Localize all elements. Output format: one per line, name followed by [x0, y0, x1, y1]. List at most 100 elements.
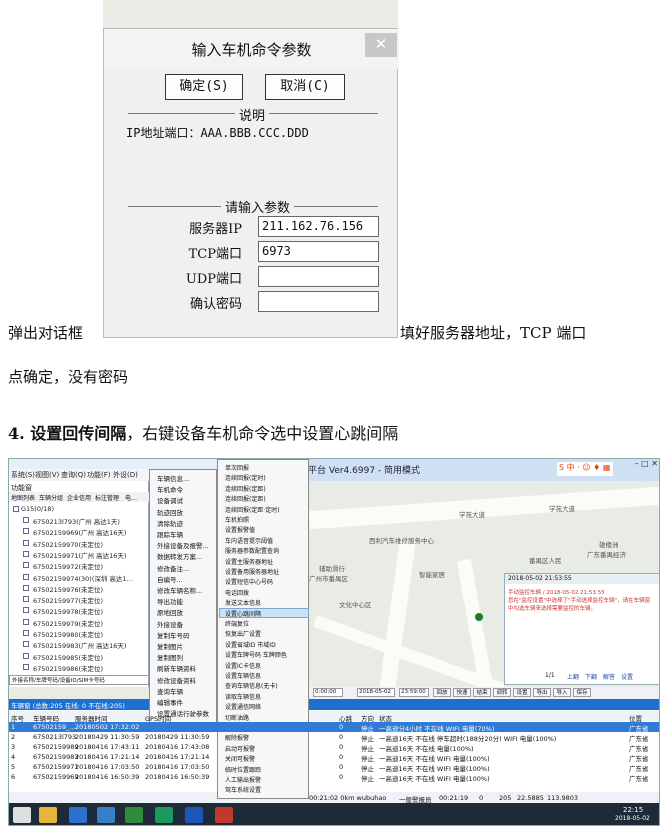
popup-answer-link[interactable]: 解答: [603, 672, 615, 681]
submenu-item[interactable]: 设置主服务器地址: [225, 557, 273, 566]
tab-enterprise[interactable]: 企业信用: [67, 493, 91, 502]
context-menu-item[interactable]: 导出功能: [157, 596, 183, 606]
vehicle-checkbox[interactable]: [23, 562, 29, 569]
submenu-item[interactable]: 服务器参数配置查询: [225, 546, 279, 555]
context-menu-item[interactable]: 复制车号码: [157, 630, 190, 640]
vehicle-checkbox[interactable]: [23, 517, 29, 523]
context-menu-item[interactable]: 轨迹回放: [157, 507, 183, 517]
playback-button[interactable]: 快速: [453, 688, 471, 697]
playback-button[interactable]: 调转: [493, 688, 511, 697]
submenu-item[interactable]: 设置短信中心号码: [225, 577, 273, 586]
submenu-item[interactable]: 人工输出报警: [225, 775, 261, 784]
popup-settings-link[interactable]: 设置: [621, 672, 633, 681]
time-to-input[interactable]: 23:59:00: [399, 688, 429, 697]
vehicle-item[interactable]: 67502159983(广州 高达16天): [33, 640, 126, 650]
vehicle-checkbox[interactable]: [23, 596, 29, 603]
menu-device[interactable]: 外设(D): [113, 470, 138, 480]
context-menu-item[interactable]: 编辑事件: [157, 697, 183, 707]
submenu-item[interactable]: 连续回报(定距): [225, 494, 266, 503]
submenu-item[interactable]: 设置通信网络: [225, 702, 261, 711]
terminal-icon[interactable]: [155, 807, 173, 823]
submenu-item[interactable]: 设置心跳间隔: [225, 609, 261, 618]
context-menu-item[interactable]: 外接设备: [157, 619, 183, 629]
submenu-item[interactable]: 车机拍照: [225, 515, 249, 524]
vehicle-item[interactable]: 67502159972(未定位): [33, 561, 103, 571]
vehicle-item[interactable]: 67502159969(广州 高达16天): [33, 527, 126, 537]
vehicle-item[interactable]: 67502159974(30)(深圳 高达1…: [33, 573, 133, 583]
playback-button[interactable]: 回放: [433, 688, 451, 697]
submenu-item[interactable]: 关闭可报警: [225, 754, 255, 763]
tab-vehicle-group[interactable]: 车辆分组: [39, 493, 63, 502]
context-menu-item[interactable]: 清除轨迹: [157, 518, 183, 528]
context-menu-item[interactable]: 外接设备及报警...: [157, 540, 209, 550]
vehicle-item[interactable]: 67502159977(未定位): [33, 595, 103, 605]
ok-button[interactable]: 确定(S): [165, 74, 243, 100]
submenu-item[interactable]: 解除报警: [225, 733, 249, 742]
context-menu-item[interactable]: 复制图列: [157, 652, 183, 662]
folder-icon[interactable]: [39, 807, 57, 823]
submenu-item[interactable]: 终端复位: [225, 619, 249, 628]
submenu-item[interactable]: 电话回拨: [225, 588, 249, 597]
green-app-icon[interactable]: [125, 807, 143, 823]
context-menu-item[interactable]: 设备调试: [157, 495, 183, 505]
context-menu-item[interactable]: 刷新车辆资料: [157, 663, 196, 673]
submenu-item[interactable]: 连续回报(定距·定时): [225, 505, 280, 514]
red-app-icon[interactable]: [215, 807, 233, 823]
app-icon[interactable]: [97, 807, 115, 823]
submenu-item[interactable]: 驾车系统设置: [225, 785, 261, 794]
vehicle-item[interactable]: 67502159976(未定位): [33, 584, 103, 594]
context-menu-item[interactable]: 跟踪车辆: [157, 529, 183, 539]
vehicle-checkbox[interactable]: [23, 539, 29, 546]
vehicle-marker-icon[interactable]: [475, 613, 483, 621]
playback-button[interactable]: 保存: [573, 688, 591, 697]
group-node[interactable]: G15(0/18): [21, 505, 54, 513]
submenu-item[interactable]: 单次回报: [225, 463, 249, 472]
close-icon[interactable]: ✕: [365, 33, 397, 57]
submenu-item[interactable]: 恢复出厂设置: [225, 629, 261, 638]
context-menu-item[interactable]: 数据转发方案...: [157, 551, 202, 561]
vehicle-item[interactable]: 67502159985(未定位): [33, 652, 103, 662]
menu-view[interactable]: 视图(V): [35, 470, 59, 480]
context-menu-item[interactable]: 修改车辆名称...: [157, 585, 202, 595]
context-menu-item[interactable]: 修改设备资料: [157, 675, 196, 685]
tree-search-input[interactable]: 外接名称/车牌号码/设备ID/SIM卡号码: [9, 675, 149, 685]
submenu-item[interactable]: 设置车辆信息: [225, 671, 261, 680]
submenu-item[interactable]: 临时位置跟踪: [225, 765, 261, 774]
vehicle-checkbox[interactable]: [23, 663, 29, 670]
tab-map-list[interactable]: 地图列表: [11, 493, 35, 502]
context-menu-item[interactable]: 复制图片: [157, 641, 183, 651]
vehicle-checkbox[interactable]: [23, 573, 29, 580]
submenu-item[interactable]: 设置省域ID 市域ID: [225, 640, 276, 649]
vehicle-item[interactable]: 67502159986(未定位): [33, 663, 103, 673]
vehicle-item[interactable]: 67502159980(未定位): [33, 629, 103, 639]
playback-button[interactable]: 设置: [513, 688, 531, 697]
submenu-item[interactable]: 连续回报(定时): [225, 473, 266, 482]
submenu-item[interactable]: 设置备用服务器地址: [225, 567, 279, 576]
menu-query[interactable]: 查询(Q): [61, 470, 86, 480]
vehicle-checkbox[interactable]: [23, 607, 29, 614]
date-to-input[interactable]: 2018-05-02: [357, 688, 395, 697]
context-menu-item[interactable]: 车辆信息...: [157, 473, 189, 483]
start-icon[interactable]: [13, 807, 31, 823]
cancel-button[interactable]: 取消(C): [265, 74, 345, 100]
submenu-item[interactable]: 连续回报(定距): [225, 484, 266, 493]
context-menu-item[interactable]: 原地回放: [157, 607, 183, 617]
context-menu-item[interactable]: 修改备注...: [157, 563, 189, 573]
vehicle-checkbox[interactable]: [23, 652, 29, 659]
context-menu-item[interactable]: 自编号...: [157, 574, 183, 584]
context-menu-item[interactable]: 查询车辆: [157, 686, 183, 696]
confirm-password-field[interactable]: [258, 291, 379, 312]
window-controls-icon[interactable]: – □ ✕: [616, 459, 659, 471]
playback-button[interactable]: 导入: [553, 688, 571, 697]
submenu-item[interactable]: 读取车辆信息: [225, 692, 261, 701]
vehicle-checkbox[interactable]: [23, 630, 29, 636]
playback-button[interactable]: 结束: [473, 688, 491, 697]
time-from-input[interactable]: 0:00:00: [313, 688, 343, 697]
blue-app-icon[interactable]: [185, 807, 203, 823]
vehicle-checkbox[interactable]: [23, 528, 29, 535]
submenu-item[interactable]: 设置报警值: [225, 525, 255, 534]
submenu-item[interactable]: 切断油路: [225, 713, 249, 722]
ime-toolbar-icon[interactable]: S 中 · ☺ ♦ ▦: [557, 462, 613, 476]
vehicle-checkbox[interactable]: [23, 584, 29, 591]
vehicle-checkbox[interactable]: [23, 550, 29, 557]
